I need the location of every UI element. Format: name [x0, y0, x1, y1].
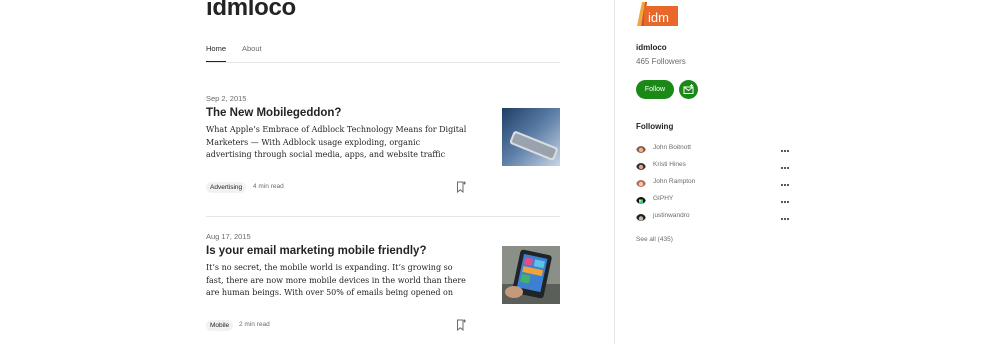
tab-bar: Home About [206, 43, 560, 63]
subscribe-button[interactable] [679, 80, 698, 99]
following-name[interactable]: John Boitnott [653, 144, 691, 151]
avatar[interactable] [636, 160, 646, 170]
article-date: Aug 17, 2015 [206, 232, 251, 241]
article-excerpt[interactable]: It’s no secret, the mobile world is expa… [206, 262, 468, 300]
bookmark-icon[interactable] [456, 318, 466, 332]
article-title[interactable]: Is your email marketing mobile friendly? [206, 245, 426, 257]
follow-button[interactable]: Follow [636, 80, 674, 99]
article-title[interactable]: The New Mobilegeddon? [206, 107, 341, 119]
main-column: idmloco Home About Sep 2, 2015 The New M… [206, 0, 560, 344]
follower-count[interactable]: 465 Followers [636, 57, 686, 66]
sidebar: idm idmloco 465 Followers Follow Followi… [636, 0, 836, 344]
article-thumbnail[interactable] [502, 246, 560, 304]
avatar[interactable] [636, 143, 646, 153]
following-item: John Rampton [636, 177, 790, 189]
tab-about[interactable]: About [242, 44, 262, 53]
following-name[interactable]: John Rampton [653, 178, 695, 185]
sidebar-divider [614, 0, 615, 344]
sidebar-publication-name[interactable]: idmloco [636, 43, 667, 52]
email-subscribe-icon [683, 84, 694, 94]
article-tag[interactable]: Advertising [206, 182, 247, 193]
more-options-icon[interactable] [780, 160, 790, 170]
article-read-time: 4 min read [253, 183, 284, 190]
publication-title: idmloco [206, 0, 296, 21]
avatar[interactable] [636, 211, 646, 221]
following-heading: Following [636, 122, 674, 131]
article-divider [206, 216, 560, 217]
following-item: John Boitnott [636, 143, 790, 155]
publication-logo[interactable]: idm [636, 0, 678, 26]
more-options-icon[interactable] [780, 143, 790, 153]
article-read-time: 2 min read [239, 321, 270, 328]
following-item: GIPHY [636, 194, 790, 206]
following-name[interactable]: justinwandro [653, 212, 690, 219]
more-options-icon[interactable] [780, 177, 790, 187]
active-tab-indicator [206, 61, 226, 62]
article-excerpt[interactable]: What Apple’s Embrace of Adblock Technolo… [206, 124, 468, 162]
see-all-following-link[interactable]: See all (435) [636, 236, 673, 243]
article-thumbnail[interactable] [502, 108, 560, 166]
following-item: justinwandro [636, 211, 790, 223]
following-name[interactable]: Kristi Hines [653, 161, 686, 168]
following-item: Kristi Hines [636, 160, 790, 172]
more-options-icon[interactable] [780, 194, 790, 204]
following-name[interactable]: GIPHY [653, 195, 673, 202]
avatar[interactable] [636, 177, 646, 187]
svg-text:idm: idm [648, 10, 669, 25]
more-options-icon[interactable] [780, 211, 790, 221]
article-date: Sep 2, 2015 [206, 94, 247, 103]
article-tag[interactable]: Mobile [206, 320, 234, 331]
bookmark-icon[interactable] [456, 180, 466, 194]
avatar[interactable] [636, 194, 646, 204]
tab-home[interactable]: Home [206, 44, 226, 53]
